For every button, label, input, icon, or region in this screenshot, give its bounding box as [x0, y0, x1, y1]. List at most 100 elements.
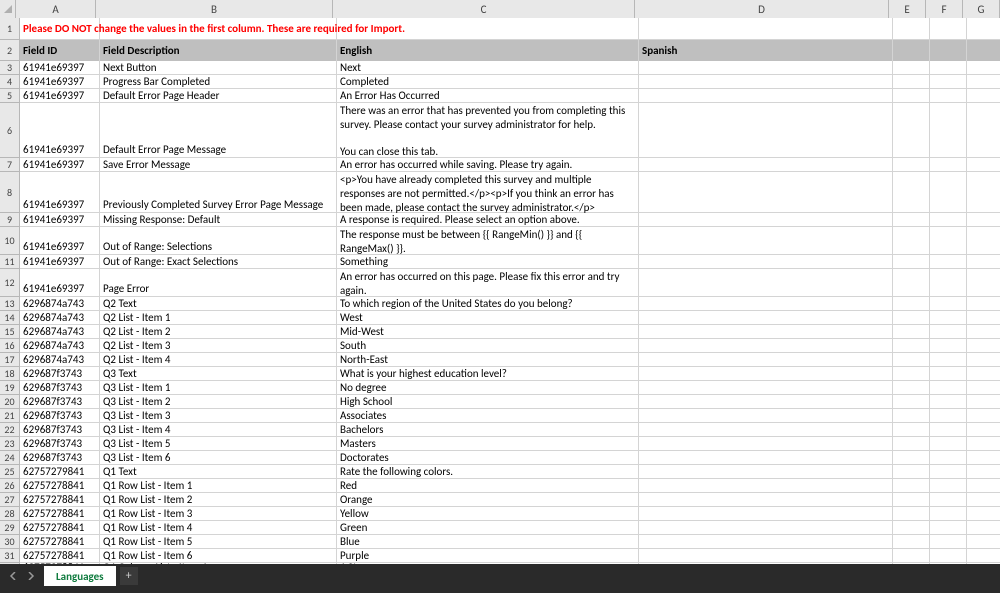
cell[interactable]: Q2 List - Item 2 [100, 325, 337, 339]
cell[interactable]: 61941e69397 [20, 213, 100, 227]
cell[interactable] [639, 423, 893, 437]
cell[interactable] [930, 437, 967, 451]
horizontal-scrollbar[interactable] [0, 588, 1000, 593]
cell[interactable] [930, 549, 967, 563]
cell[interactable]: Q2 Text [100, 297, 337, 311]
cell[interactable]: Field ID [20, 40, 100, 61]
cell[interactable]: Q3 List - Item 6 [100, 451, 337, 465]
cell[interactable] [639, 255, 893, 269]
cell[interactable] [930, 479, 967, 493]
row-header-10[interactable]: 10 [0, 227, 19, 255]
cell[interactable] [893, 40, 930, 61]
cell[interactable] [967, 255, 1000, 269]
cell[interactable]: <p>You have already completed this surve… [337, 172, 639, 213]
cell[interactable] [930, 75, 967, 89]
row-header-23[interactable]: 23 [0, 437, 19, 451]
cell[interactable] [893, 465, 930, 479]
cell[interactable]: 61941e69397 [20, 172, 100, 213]
cell[interactable] [639, 353, 893, 367]
cell[interactable] [639, 381, 893, 395]
cell[interactable]: 61941e69397 [20, 89, 100, 103]
row-header-20[interactable]: 20 [0, 395, 19, 409]
cell[interactable] [639, 227, 893, 255]
cell[interactable]: Doctorates [337, 451, 639, 465]
cell[interactable]: There was an error that has prevented yo… [337, 103, 639, 158]
cell[interactable] [930, 493, 967, 507]
cell[interactable] [893, 158, 930, 172]
cell[interactable]: Save Error Message [100, 158, 337, 172]
cell[interactable] [930, 423, 967, 437]
cell[interactable] [967, 381, 1000, 395]
cell[interactable] [967, 269, 1000, 297]
cell[interactable]: Default Error Page Header [100, 89, 337, 103]
cell[interactable] [893, 521, 930, 535]
cell[interactable]: Yellow [337, 507, 639, 521]
cell[interactable]: 1 Star [337, 563, 639, 564]
cell[interactable]: Q1 Row List - Item 5 [100, 535, 337, 549]
cell[interactable]: Field Description [100, 40, 337, 61]
cell[interactable] [930, 451, 967, 465]
tab-nav-next[interactable] [23, 568, 39, 584]
column-header-G[interactable]: G [963, 0, 1000, 18]
cell[interactable] [639, 325, 893, 339]
cell[interactable]: 6296874a743 [20, 311, 100, 325]
cell[interactable] [930, 61, 967, 75]
cell[interactable] [967, 493, 1000, 507]
cell[interactable]: Default Error Page Message [100, 103, 337, 158]
cell[interactable]: Page Error [100, 269, 337, 297]
cell[interactable]: Bachelors [337, 423, 639, 437]
cell[interactable] [893, 479, 930, 493]
cell[interactable]: Q2 List - Item 3 [100, 339, 337, 353]
cell[interactable] [967, 213, 1000, 227]
cell[interactable] [893, 18, 930, 40]
row-header-3[interactable]: 3 [0, 61, 19, 75]
cell[interactable] [967, 521, 1000, 535]
cell[interactable]: Next Button [100, 61, 337, 75]
cell[interactable]: Q1 Row List - Item 6 [100, 549, 337, 563]
row-header-6[interactable]: 6 [0, 103, 19, 158]
cell[interactable]: Q3 List - Item 5 [100, 437, 337, 451]
cell[interactable] [639, 297, 893, 311]
row-header-15[interactable]: 15 [0, 325, 19, 339]
cell[interactable] [639, 311, 893, 325]
cell[interactable] [930, 103, 967, 158]
cell[interactable] [639, 269, 893, 297]
cell[interactable] [893, 227, 930, 255]
column-header-D[interactable]: D [635, 0, 889, 18]
cell[interactable]: Green [337, 521, 639, 535]
row-header-22[interactable]: 22 [0, 423, 19, 437]
cell[interactable]: 629687f3743 [20, 409, 100, 423]
cell[interactable]: 62757278841 [20, 507, 100, 521]
cell[interactable] [639, 75, 893, 89]
cell[interactable] [893, 61, 930, 75]
cell[interactable]: 61941e69397 [20, 269, 100, 297]
cell[interactable] [893, 563, 930, 564]
cell[interactable]: South [337, 339, 639, 353]
cell[interactable] [639, 18, 893, 40]
cell[interactable] [967, 437, 1000, 451]
cell[interactable] [930, 339, 967, 353]
cell[interactable] [893, 423, 930, 437]
cell[interactable] [930, 18, 967, 40]
cell[interactable]: North-East [337, 353, 639, 367]
cell[interactable]: High School [337, 395, 639, 409]
cell[interactable] [930, 89, 967, 103]
cell[interactable] [639, 103, 893, 158]
cell[interactable] [893, 395, 930, 409]
cell[interactable]: 629687f3743 [20, 437, 100, 451]
cell[interactable] [639, 158, 893, 172]
cell[interactable] [967, 158, 1000, 172]
cell[interactable] [893, 297, 930, 311]
cell[interactable] [639, 437, 893, 451]
cell[interactable] [930, 353, 967, 367]
cell[interactable]: A response is required. Please select an… [337, 213, 639, 227]
cell[interactable] [967, 89, 1000, 103]
row-header-24[interactable]: 24 [0, 451, 19, 465]
column-header-B[interactable]: B [96, 0, 333, 18]
cell[interactable] [639, 521, 893, 535]
select-all-corner[interactable] [0, 0, 16, 18]
row-header-26[interactable]: 26 [0, 479, 19, 493]
cell[interactable] [967, 103, 1000, 158]
cell[interactable]: Q3 Text [100, 367, 337, 381]
cell[interactable] [893, 172, 930, 213]
